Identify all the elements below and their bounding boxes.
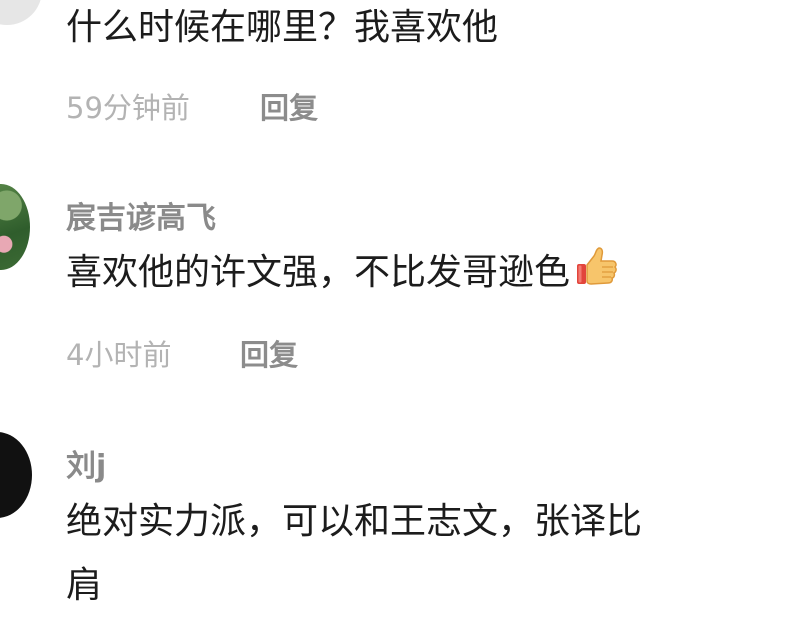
comment-text-line: 绝对实力派，可以和王志文，张译比: [66, 501, 643, 542]
username[interactable]: 刘j: [66, 441, 106, 485]
comment-text-line: 肩: [66, 565, 103, 606]
comment-item: 刘j 绝对实力派，可以和王志文，张译比 肩: [0, 0, 795, 640]
avatar[interactable]: [0, 432, 32, 518]
